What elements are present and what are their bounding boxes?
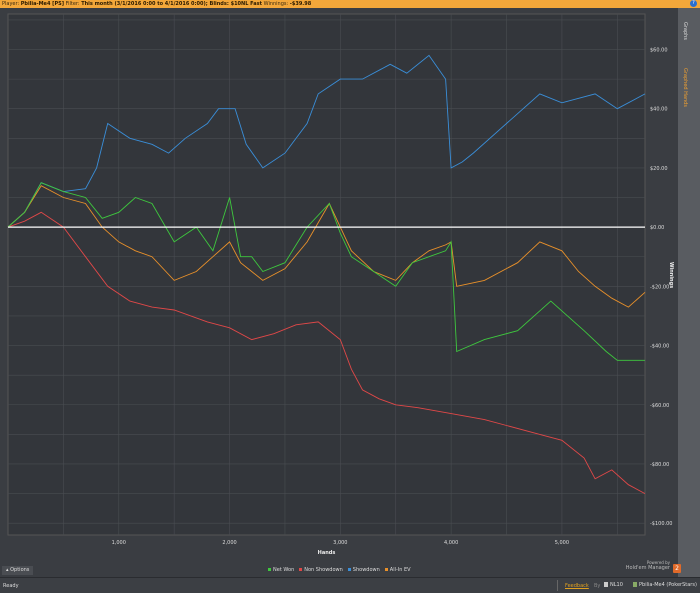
x-tick-label: 2,000 bbox=[222, 540, 236, 546]
y-tick-label: -$100.00 bbox=[650, 521, 672, 527]
powered-by: Powered by Hold'em Manager bbox=[620, 560, 670, 571]
options-button[interactable]: ▴ Options bbox=[2, 566, 34, 575]
status-bar: Ready Feedback By NL10 Pbilia-Me4 (Poker… bbox=[0, 577, 700, 593]
player-label: Player: bbox=[2, 1, 20, 7]
legend-non-showdown: Non Showdown bbox=[299, 567, 343, 573]
feedback-link[interactable]: Feedback bbox=[565, 583, 589, 589]
database-icon bbox=[604, 582, 608, 587]
help-icon[interactable]: ? bbox=[690, 0, 697, 7]
by-label: By bbox=[594, 583, 601, 589]
stake-selector[interactable]: NL10 bbox=[604, 582, 623, 588]
legend-showdown: Showdown bbox=[347, 567, 380, 573]
y-tick-label: -$80.00 bbox=[650, 462, 669, 468]
status-text: Ready bbox=[3, 583, 19, 589]
winnings-label: Winnings: bbox=[263, 1, 289, 7]
player-name: Pbilia-Me4 [PS] bbox=[20, 1, 65, 7]
y-tick-label: -$60.00 bbox=[650, 403, 669, 409]
graph-sidebar: Graphs Graphed Hands bbox=[678, 8, 700, 577]
options-label: Options bbox=[10, 567, 30, 573]
y-axis-title: Winnings bbox=[668, 262, 674, 289]
y-tick-label: $60.00 bbox=[650, 48, 668, 54]
filter-value: This month (3/1/2016 0:00 to 4/1/2016 0:… bbox=[81, 1, 263, 7]
winnings-value: -$39.98 bbox=[289, 1, 312, 7]
stake-label: NL10 bbox=[610, 582, 623, 588]
x-tick-label: 1,000 bbox=[112, 540, 126, 546]
player-label: Pbilia-Me4 (PokerStars) bbox=[639, 582, 697, 588]
filter-label: Filter: bbox=[65, 1, 80, 7]
y-tick-label: -$20.00 bbox=[650, 284, 669, 290]
player-selector[interactable]: Pbilia-Me4 (PokerStars) bbox=[633, 582, 697, 588]
divider bbox=[557, 580, 558, 591]
plot-area bbox=[7, 13, 646, 536]
chart-legend: Net Won Non Showdown Showdown All-In EV bbox=[268, 567, 411, 573]
y-tick-label: $0.00 bbox=[650, 225, 664, 231]
y-tick-label: -$40.00 bbox=[650, 344, 669, 350]
x-tick-label: 4,000 bbox=[444, 540, 458, 546]
tab-graphed-hands[interactable]: Graphed Hands bbox=[682, 68, 688, 107]
hm-name: Hold'em Manager bbox=[625, 565, 670, 571]
legend-net-won: Net Won bbox=[268, 567, 294, 573]
winnings-graph: 1,000 2,000 3,000 4,000 5,000 $60.00 $40.00 $20… bbox=[7, 13, 672, 556]
x-axis-title: Hands bbox=[318, 550, 336, 556]
hm-logo-icon: 2 bbox=[673, 564, 681, 573]
y-tick-label: $20.00 bbox=[650, 166, 668, 172]
legend-all-in-ev: All-In EV bbox=[384, 567, 411, 573]
x-tick-label: 5,000 bbox=[555, 540, 569, 546]
x-tick-label: 3,000 bbox=[333, 540, 347, 546]
title-bar: Player: Pbilia-Me4 [PS] Filter: This mon… bbox=[0, 0, 700, 8]
y-tick-label: $40.00 bbox=[650, 107, 668, 113]
tab-graphs[interactable]: Graphs bbox=[682, 22, 688, 40]
player-icon bbox=[633, 582, 637, 587]
